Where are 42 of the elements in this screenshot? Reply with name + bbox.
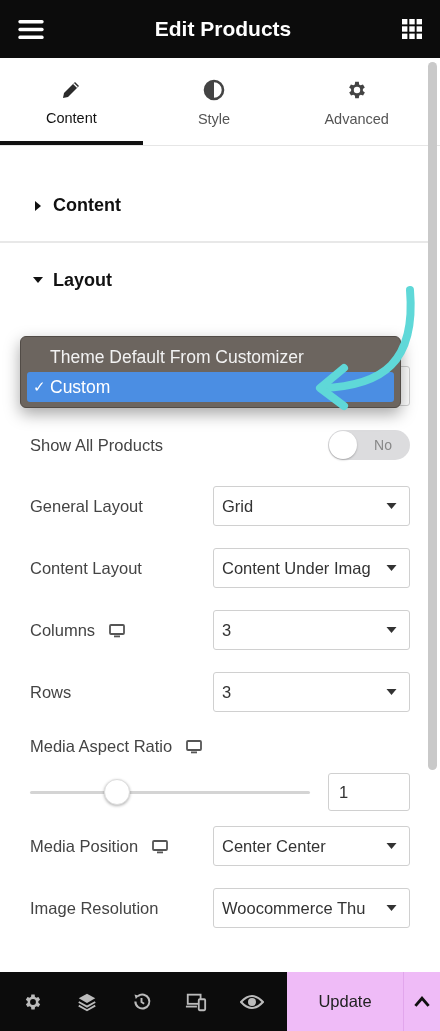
expand-button[interactable] bbox=[404, 972, 440, 1031]
select-field[interactable]: Grid bbox=[213, 486, 410, 526]
apps-grid-icon[interactable] bbox=[402, 19, 422, 39]
tab[interactable]: Advanced bbox=[285, 58, 428, 145]
menu-option[interactable]: Theme Default From Customizer bbox=[27, 342, 394, 372]
caret-icon bbox=[386, 627, 397, 633]
caret-icon bbox=[386, 905, 397, 911]
select-field[interactable]: Center Center bbox=[213, 826, 410, 866]
panel-title: Edit Products bbox=[154, 17, 292, 41]
select-field[interactable]: Woocommerce Thu bbox=[213, 888, 410, 928]
update-button[interactable]: Update bbox=[287, 972, 404, 1031]
contrast-icon bbox=[203, 78, 225, 101]
monitor-icon[interactable] bbox=[186, 739, 203, 754]
number-field[interactable]: 1 bbox=[328, 773, 410, 811]
select-field[interactable]: 3 bbox=[213, 610, 410, 650]
select-field[interactable]: 3 bbox=[213, 672, 410, 712]
caret-icon bbox=[33, 200, 43, 211]
monitor-icon[interactable] bbox=[109, 623, 126, 638]
tab[interactable]: Content bbox=[0, 58, 143, 145]
field-label: Media Aspect Ratio bbox=[30, 736, 173, 756]
section-header[interactable]: Layout bbox=[0, 243, 428, 317]
caret-icon bbox=[386, 843, 397, 849]
field-label: Image Resolution bbox=[30, 898, 159, 918]
field-label: Rows bbox=[30, 682, 72, 702]
menu-icon[interactable] bbox=[18, 19, 44, 39]
field-label: Show All Products bbox=[30, 435, 163, 455]
slider[interactable] bbox=[30, 779, 310, 805]
chevron-up-icon bbox=[413, 996, 431, 1007]
field-label: Media Position bbox=[30, 836, 139, 856]
select-field[interactable]: Content Under Imag bbox=[213, 548, 410, 588]
pencil-icon bbox=[61, 79, 82, 100]
tab[interactable]: Style bbox=[142, 58, 286, 145]
field-label: General Layout bbox=[30, 496, 143, 516]
caret-icon bbox=[386, 565, 397, 571]
field-label: Content Layout bbox=[30, 558, 142, 578]
monitor-icon[interactable] bbox=[152, 839, 169, 854]
caret-icon bbox=[386, 503, 397, 509]
scrollbar[interactable] bbox=[428, 62, 437, 770]
caret-icon bbox=[386, 689, 397, 695]
caret-icon bbox=[33, 275, 43, 285]
eye-icon[interactable] bbox=[240, 993, 265, 1010]
field-label: Columns bbox=[30, 620, 96, 640]
